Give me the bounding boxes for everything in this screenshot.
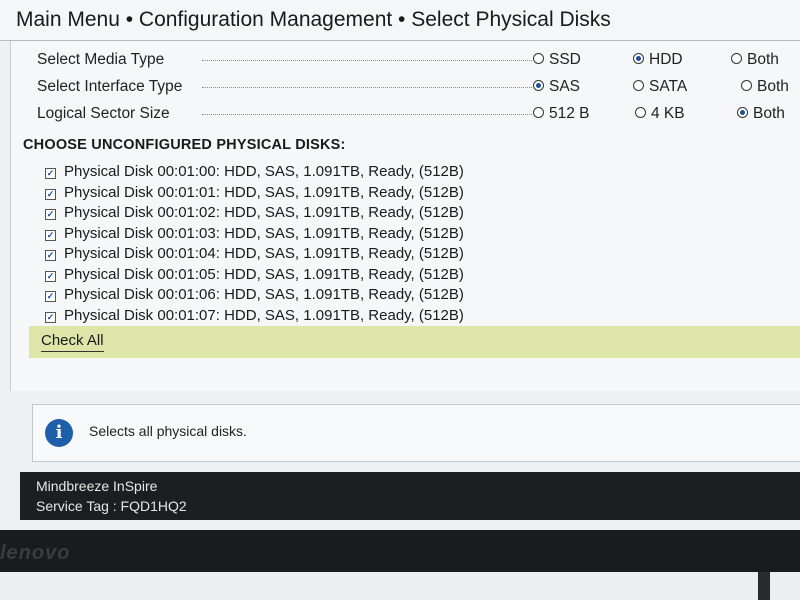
radio-circle [633,80,644,91]
disk-section-heading: CHOOSE UNCONFIGURED PHYSICAL DISKS: [23,137,346,153]
disk-row[interactable]: ✓ Physical Disk 00:01:06: HDD, SAS, 1.091… [45,286,605,307]
radio-circle [741,80,752,91]
disk-row[interactable]: ✓ Physical Disk 00:01:07: HDD, SAS, 1.091… [45,307,605,328]
footer-bar: Mindbreeze InSpire Service Tag : FQD1HQ2 [20,472,800,520]
checkbox-checked[interactable]: ✓ [45,168,56,179]
media-type-row: Select Media Type SSD HDD Both [37,49,797,73]
radio-circle [533,107,544,118]
radio-circle [731,53,742,64]
product-name: Mindbreeze InSpire [36,478,158,494]
checkbox-checked[interactable]: ✓ [45,250,56,261]
check-all-highlight: Check All [29,326,800,358]
radio-media-both[interactable]: Both [731,51,779,69]
disk-row[interactable]: ✓ Physical Disk 00:01:04: HDD, SAS, 1.091… [45,245,605,266]
checkbox-checked[interactable]: ✓ [45,229,56,241]
monitor-stand [758,572,770,600]
disk-row[interactable]: ✓ Physical Disk 00:01:02: HDD, SAS, 1.091… [45,204,605,225]
checkbox-checked[interactable]: ✓ [45,188,56,200]
interface-type-row: Select Interface Type SAS SATA Both [37,76,797,100]
checkbox-checked[interactable]: ✓ [45,209,56,220]
monitor-logo: lenovo [0,542,71,564]
disk-row[interactable]: ✓ Physical Disk 00:01:01: HDD, SAS, 1.091… [45,184,605,205]
checkbox-checked[interactable]: ✓ [45,291,56,302]
service-tag: Service Tag : FQD1HQ2 [36,498,187,514]
sector-size-label: Logical Sector Size [37,105,170,122]
radio-sector-4kb[interactable]: 4 KB [635,105,685,123]
main-panel: Select Media Type SSD HDD Both Select In… [10,41,800,391]
disk-list: ✓ Physical Disk 00:01:00: HDD, SAS, 1.091… [45,163,605,327]
radio-media-ssd[interactable]: SSD [533,51,581,69]
desk-surface [0,572,800,600]
disk-row[interactable]: ✓ Physical Disk 00:01:00: HDD, SAS, 1.091… [45,163,605,184]
help-box: i Selects all physical disks. [32,404,800,462]
leader-dots [202,114,532,115]
radio-media-hdd[interactable]: HDD [633,51,683,69]
bios-screen: Main Menu • Configuration Management • S… [0,0,800,530]
page-title: Main Menu • Configuration Management • S… [16,8,611,31]
media-type-label: Select Media Type [37,51,165,68]
check-all-link[interactable]: Check All [41,332,104,352]
radio-circle-selected [633,53,644,64]
radio-sector-512b[interactable]: 512 B [533,105,590,123]
title-bar: Main Menu • Configuration Management • S… [0,0,800,41]
disk-row[interactable]: ✓ Physical Disk 00:01:03: HDD, SAS, 1.091… [45,225,605,246]
radio-interface-sas[interactable]: SAS [533,78,580,96]
radio-circle-selected [737,107,748,118]
sector-size-row: Logical Sector Size 512 B 4 KB Both [37,103,797,127]
radio-sector-both[interactable]: Both [737,105,785,123]
radio-interface-both[interactable]: Both [741,78,789,96]
help-text: Selects all physical disks. [89,423,247,439]
radio-circle [635,107,646,118]
info-icon: i [45,419,73,447]
leader-dots [202,60,532,61]
radio-interface-sata[interactable]: SATA [633,78,687,96]
leader-dots [202,87,532,88]
checkbox-checked[interactable]: ✓ [45,311,56,323]
radio-circle [533,53,544,64]
interface-type-label: Select Interface Type [37,78,183,95]
radio-circle-selected [533,80,544,91]
disk-row[interactable]: ✓ Physical Disk 00:01:05: HDD, SAS, 1.091… [45,266,605,287]
checkbox-checked[interactable]: ✓ [45,270,56,282]
